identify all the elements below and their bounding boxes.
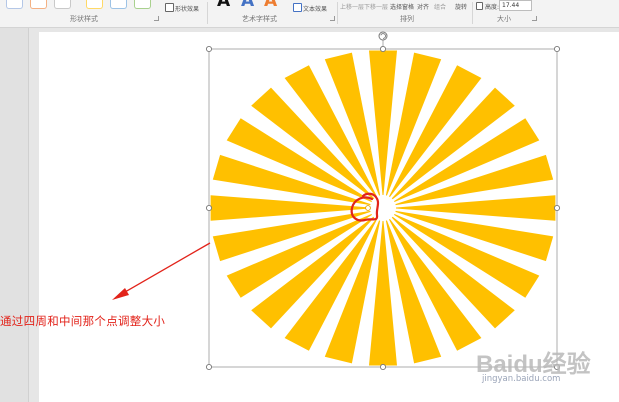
resize-handle[interactable] [553,45,561,53]
slide-canvas [112,31,561,371]
resize-handle[interactable] [379,45,387,53]
annotation-note: 通过四周和中间那个点调整大小 [0,314,166,328]
watermark-url: jingyan.baidu.com [482,374,561,384]
resize-handle[interactable] [205,363,213,371]
resize-handle[interactable] [553,204,561,212]
red-arrow-line [117,242,211,297]
red-arrow-head-icon [112,288,129,300]
resize-handle[interactable] [205,204,213,212]
watermark: Baidu经验 jingyan.baidu.com [476,344,616,394]
resize-handle[interactable] [379,363,387,371]
red-arrow [112,242,211,300]
sunburst-shape[interactable] [210,50,556,366]
adjust-handle[interactable] [365,205,371,211]
rotate-handle[interactable] [378,31,388,41]
resize-handle[interactable] [205,45,213,53]
